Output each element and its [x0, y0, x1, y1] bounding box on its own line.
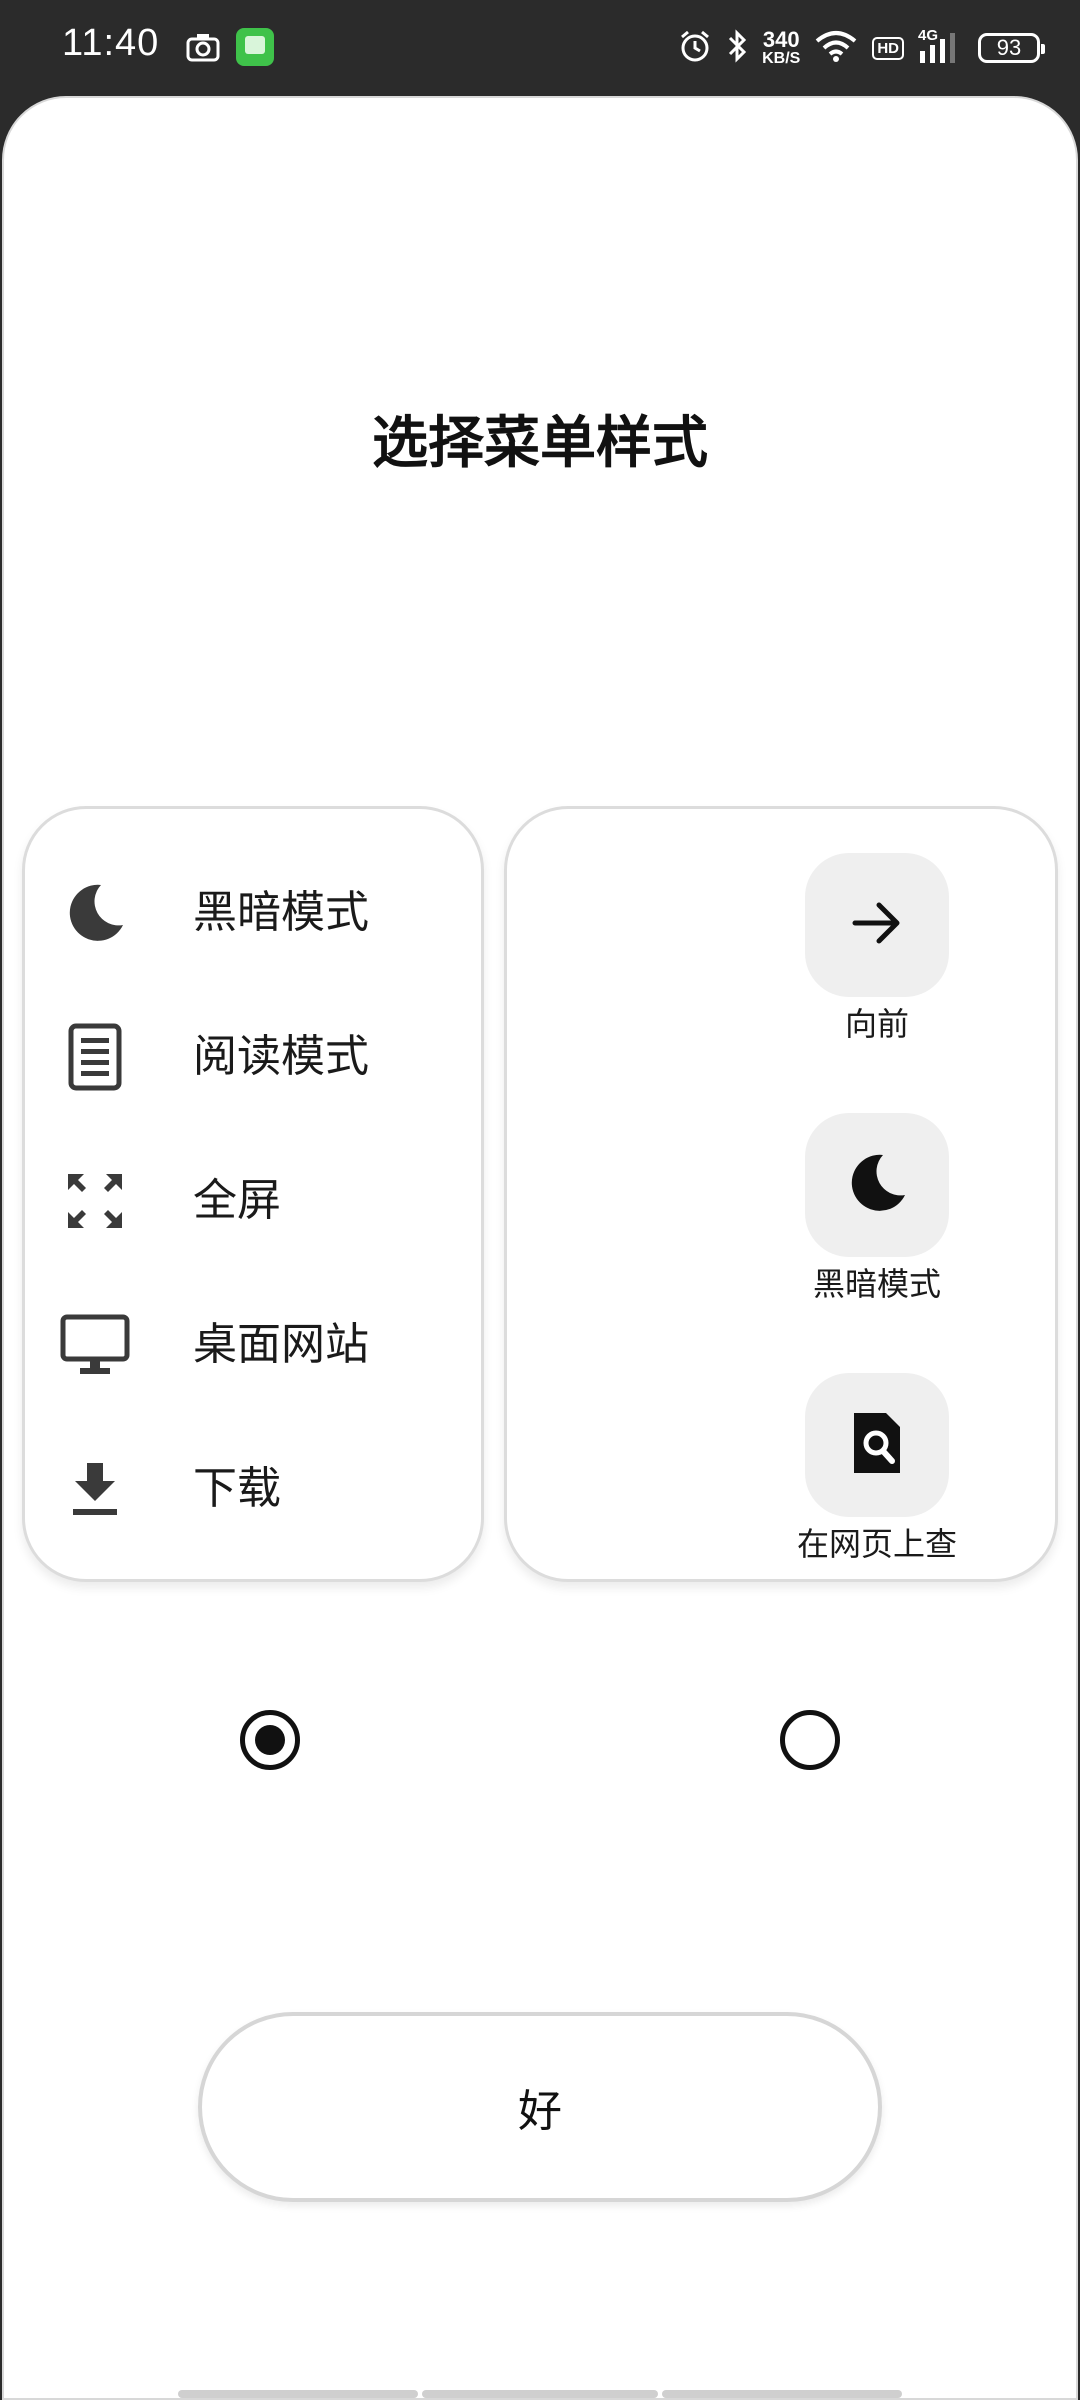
list-item-download: 下载	[25, 1429, 481, 1549]
signal-4g-icon: 4G	[918, 27, 964, 65]
reading-document-icon	[53, 1015, 137, 1099]
list-style-preview-card[interactable]: 黑暗模式 阅读模式 全屏 桌面网站 下载	[22, 806, 484, 1582]
grid-item-label: 向前	[844, 1005, 909, 1043]
grid-item-label: 黑暗模式	[812, 1265, 941, 1303]
screenshot-camera-icon	[186, 32, 220, 66]
status-bar: 11:40 340 KB/S HD 4G 93	[0, 0, 1080, 96]
grid-item-forward: 向前	[507, 853, 1055, 1053]
list-item-label: 桌面网站	[193, 1319, 369, 1370]
desktop-monitor-icon	[53, 1303, 137, 1387]
alarm-icon	[678, 29, 712, 67]
find-in-page-icon	[850, 1411, 904, 1479]
dialog-title: 选择菜单样式	[372, 411, 708, 476]
grid-tile	[805, 1113, 949, 1257]
list-item-dark-mode: 黑暗模式	[25, 853, 481, 973]
grid-item-dark-mode: 黑暗模式	[507, 1113, 1055, 1313]
grid-style-preview-card[interactable]: 向前 黑暗模式 在网页上查	[504, 806, 1058, 1582]
wifi-icon	[814, 29, 858, 67]
list-item-reading-mode: 阅读模式	[25, 997, 481, 1117]
list-item-label: 阅读模式	[193, 1031, 369, 1082]
messages-app-icon	[236, 28, 274, 66]
download-icon	[53, 1447, 137, 1531]
list-item-label: 黑暗模式	[193, 887, 369, 938]
moon-icon	[53, 871, 137, 955]
fullscreen-icon	[53, 1159, 137, 1243]
hd-voice-badge: HD	[872, 36, 904, 60]
ok-button[interactable]: 好	[198, 2012, 882, 2202]
network-speed-value: 340	[762, 27, 800, 52]
battery-indicator: 93	[978, 33, 1045, 63]
grid-item-label: 在网页上查	[796, 1525, 957, 1563]
status-time: 11:40	[62, 22, 160, 64]
list-item-label: 全屏	[193, 1175, 281, 1226]
network-speed-unit: KB/S	[762, 50, 801, 67]
home-indicator-segment	[422, 2390, 658, 2398]
list-item-desktop-site: 桌面网站	[25, 1285, 481, 1405]
list-style-radio[interactable]	[240, 1710, 300, 1770]
list-item-fullscreen: 全屏	[25, 1141, 481, 1261]
arrow-forward-icon	[849, 895, 905, 955]
home-indicator-segment	[178, 2390, 418, 2398]
home-indicator-segment	[662, 2390, 902, 2398]
grid-tile	[805, 853, 949, 997]
network-speed: 340 KB/S	[762, 29, 800, 67]
list-item-label: 下载	[193, 1463, 281, 1514]
grid-item-find-in-page: 在网页上查	[507, 1373, 1055, 1573]
grid-tile	[805, 1373, 949, 1517]
bluetooth-icon	[726, 29, 748, 67]
grid-style-radio[interactable]	[780, 1710, 840, 1770]
moon-icon	[845, 1151, 909, 1219]
